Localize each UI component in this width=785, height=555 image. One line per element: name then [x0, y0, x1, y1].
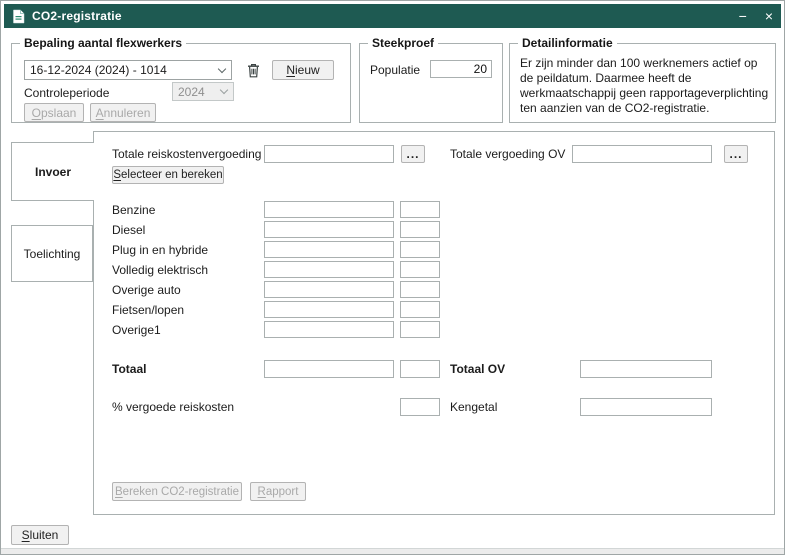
overige-auto-count-input[interactable]	[400, 281, 440, 298]
invoer-panel: Totale reiskostenvergoeding ... Totale v…	[93, 131, 775, 515]
minimize-button[interactable]: −	[739, 9, 747, 23]
volledig-elektrisch-count-input[interactable]	[400, 261, 440, 278]
controleperiode-label: Controleperiode	[24, 86, 109, 100]
totale-reiskostenvergoeding-label: Totale reiskostenvergoeding	[112, 147, 261, 161]
group-steekproef: Steekproef Populatie	[359, 43, 503, 123]
benzine-count-input[interactable]	[400, 201, 440, 218]
pct-vergoede-reiskosten-input[interactable]	[400, 398, 440, 416]
fuel-row-plug-in-en-hybride: Plug in en hybride	[112, 241, 452, 259]
totaal-ov-input[interactable]	[580, 360, 712, 378]
group-detailinformatie: Detailinformatie Er zijn minder dan 100 …	[509, 43, 776, 123]
kengetal-input[interactable]	[580, 398, 712, 416]
diesel-amount-input[interactable]	[264, 221, 394, 238]
group-bepaling-flexwerkers: Bepaling aantal flexwerkers 16-12-2024 (…	[11, 43, 351, 123]
rapport-button[interactable]: Rapport	[250, 482, 306, 501]
fuel-row-volledig-elektrisch: Volledig elektrisch	[112, 261, 452, 279]
reiskosten-browse-button[interactable]: ...	[401, 145, 425, 163]
totaal-count-input[interactable]	[400, 360, 440, 378]
group-steekproef-legend: Steekproef	[368, 36, 438, 50]
chevron-down-icon	[215, 83, 233, 100]
tab-invoer[interactable]: Invoer	[11, 142, 94, 201]
overige1-label: Overige1	[112, 323, 161, 337]
plug-in-en-hybride-label: Plug in en hybride	[112, 243, 208, 257]
nieuw-button[interactable]: Nieuw	[272, 60, 334, 80]
window-icon	[12, 9, 25, 24]
fietsen-lopen-label: Fietsen/lopen	[112, 303, 184, 317]
volledig-elektrisch-label: Volledig elektrisch	[112, 263, 208, 277]
populatie-label: Populatie	[370, 63, 420, 77]
diesel-count-input[interactable]	[400, 221, 440, 238]
benzine-amount-input[interactable]	[264, 201, 394, 218]
fuel-row-diesel: Diesel	[112, 221, 452, 239]
window-bottom-edge	[1, 548, 784, 554]
close-button[interactable]: ×	[765, 9, 773, 23]
overige-auto-label: Overige auto	[112, 283, 181, 297]
populatie-input[interactable]	[430, 60, 492, 78]
volledig-elektrisch-amount-input[interactable]	[264, 261, 394, 278]
totaal-input[interactable]	[264, 360, 394, 378]
titlebar-buttons: − ×	[739, 9, 773, 23]
totale-vergoeding-ov-input[interactable]	[572, 145, 712, 163]
kengetal-label: Kengetal	[450, 400, 497, 414]
window-title: CO2-registratie	[32, 9, 122, 23]
opslaan-button[interactable]: Opslaan	[24, 103, 84, 122]
annuleren-button[interactable]: Annuleren	[90, 103, 156, 122]
sluiten-button[interactable]: Sluiten	[11, 525, 69, 545]
titlebar: CO2-registratie − ×	[4, 4, 781, 28]
flexwerker-bepaling-select-value: 16-12-2024 (2024) - 1014	[30, 63, 213, 77]
group-detail-legend: Detailinformatie	[518, 36, 617, 50]
plug-in-en-hybride-count-input[interactable]	[400, 241, 440, 258]
selecteer-en-bereken-button[interactable]: Selecteer en bereken	[112, 166, 224, 184]
group-bepaling-legend: Bepaling aantal flexwerkers	[20, 36, 186, 50]
diesel-label: Diesel	[112, 223, 145, 237]
benzine-label: Benzine	[112, 203, 155, 217]
totaal-label: Totaal	[112, 362, 146, 376]
flexwerker-bepaling-select[interactable]: 16-12-2024 (2024) - 1014	[24, 60, 232, 80]
totale-vergoeding-ov-label: Totale vergoeding OV	[450, 147, 565, 161]
co2-registratie-window: CO2-registratie − × Bepaling aantal flex…	[0, 0, 785, 555]
fietsen-lopen-count-input[interactable]	[400, 301, 440, 318]
delete-button[interactable]	[240, 60, 266, 80]
overige1-count-input[interactable]	[400, 321, 440, 338]
fuel-row-fietsen-lopen: Fietsen/lopen	[112, 301, 452, 319]
vergoeding-ov-browse-button[interactable]: ...	[724, 145, 748, 163]
overige-auto-amount-input[interactable]	[264, 281, 394, 298]
bereken-co2-registratie-button[interactable]: Bereken CO2-registratie	[112, 482, 242, 501]
fuel-row-overige1: Overige1	[112, 321, 452, 339]
pct-vergoede-reiskosten-label: % vergoede reiskosten	[112, 400, 234, 414]
detail-info-text: Er zijn minder dan 100 werknemers actief…	[520, 56, 770, 116]
overige1-amount-input[interactable]	[264, 321, 394, 338]
fuel-row-benzine: Benzine	[112, 201, 452, 219]
controleperiode-select-value: 2024	[178, 85, 215, 99]
fuel-row-overige-auto: Overige auto	[112, 281, 452, 299]
chevron-down-icon	[213, 61, 231, 79]
fietsen-lopen-amount-input[interactable]	[264, 301, 394, 318]
controleperiode-select[interactable]: 2024	[172, 82, 234, 101]
totaal-ov-label: Totaal OV	[450, 362, 505, 376]
totale-reiskostenvergoeding-input[interactable]	[264, 145, 394, 163]
tab-toelichting[interactable]: Toelichting	[11, 225, 93, 282]
plug-in-en-hybride-amount-input[interactable]	[264, 241, 394, 258]
trash-icon	[247, 63, 260, 78]
